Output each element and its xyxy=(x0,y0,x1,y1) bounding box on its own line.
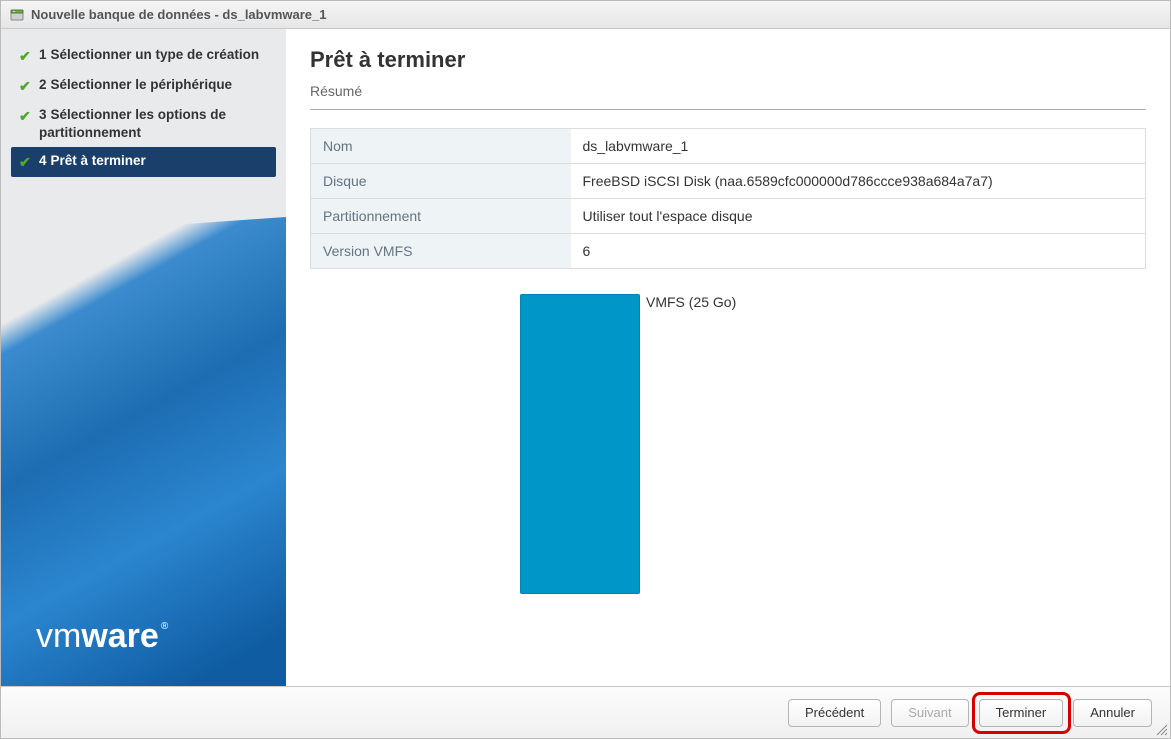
step-label: Sélectionner un type de création xyxy=(51,47,260,62)
check-icon: ✔ xyxy=(19,77,33,96)
resize-grip-icon[interactable] xyxy=(1156,724,1168,736)
step-1[interactable]: ✔ 1 Sélectionner un type de création xyxy=(11,41,276,71)
page-subtitle: Résumé xyxy=(310,83,1146,99)
summary-label: Partitionnement xyxy=(311,199,571,234)
check-icon: ✔ xyxy=(19,107,33,126)
partition-visualization: VMFS (25 Go) xyxy=(310,294,1146,594)
main-area: ✔ 1Sélectionner un type de création ✔ 2S… xyxy=(1,29,1170,686)
summary-value: ds_labvmware_1 xyxy=(571,129,1146,164)
datastore-icon xyxy=(9,7,25,23)
finish-button[interactable]: Terminer xyxy=(979,699,1064,727)
summary-value: Utiliser tout l'espace disque xyxy=(571,199,1146,234)
table-row: Nom ds_labvmware_1 xyxy=(311,129,1146,164)
wizard-sidebar: ✔ 1Sélectionner un type de création ✔ 2S… xyxy=(1,29,286,686)
table-row: Disque FreeBSD iSCSI Disk (naa.6589cfc00… xyxy=(311,164,1146,199)
table-row: Version VMFS 6 xyxy=(311,234,1146,269)
back-button[interactable]: Précédent xyxy=(788,699,881,727)
step-number: 1 xyxy=(39,47,47,62)
step-3[interactable]: ✔ 3Sélectionner les options de partition… xyxy=(11,101,276,147)
summary-value: FreeBSD iSCSI Disk (naa.6589cfc000000d78… xyxy=(571,164,1146,199)
summary-label: Version VMFS xyxy=(311,234,571,269)
vmware-logo: vmware® xyxy=(36,617,168,656)
step-label: Sélectionner le périphérique xyxy=(51,77,233,92)
summary-label: Disque xyxy=(311,164,571,199)
step-number: 2 xyxy=(39,77,47,92)
window-titlebar: Nouvelle banque de données - ds_labvmwar… xyxy=(1,1,1170,29)
table-row: Partitionnement Utiliser tout l'espace d… xyxy=(311,199,1146,234)
divider xyxy=(310,109,1146,110)
next-button: Suivant xyxy=(891,699,968,727)
partition-label: VMFS (25 Go) xyxy=(646,294,736,310)
window-title: Nouvelle banque de données - ds_labvmwar… xyxy=(31,7,326,22)
check-icon: ✔ xyxy=(19,47,33,66)
summary-value: 6 xyxy=(571,234,1146,269)
step-label: Prêt à terminer xyxy=(51,153,146,168)
partition-block xyxy=(520,294,640,594)
step-label: Sélectionner les options de partitionnem… xyxy=(39,107,226,140)
wizard-footer: Précédent Suivant Terminer Annuler xyxy=(1,686,1170,738)
check-icon: ✔ xyxy=(19,153,33,172)
step-2[interactable]: ✔ 2 Sélectionner le périphérique xyxy=(11,71,276,101)
wizard-content: Prêt à terminer Résumé Nom ds_labvmware_… xyxy=(286,29,1170,686)
page-title: Prêt à terminer xyxy=(310,47,1146,73)
cancel-button[interactable]: Annuler xyxy=(1073,699,1152,727)
summary-table: Nom ds_labvmware_1 Disque FreeBSD iSCSI … xyxy=(310,128,1146,269)
step-number: 3 xyxy=(39,107,47,122)
step-number: 4 xyxy=(39,153,47,168)
wizard-steps: ✔ 1Sélectionner un type de création ✔ 2S… xyxy=(11,41,276,177)
summary-label: Nom xyxy=(311,129,571,164)
step-4[interactable]: ✔ 4 Prêt à terminer xyxy=(11,147,276,177)
